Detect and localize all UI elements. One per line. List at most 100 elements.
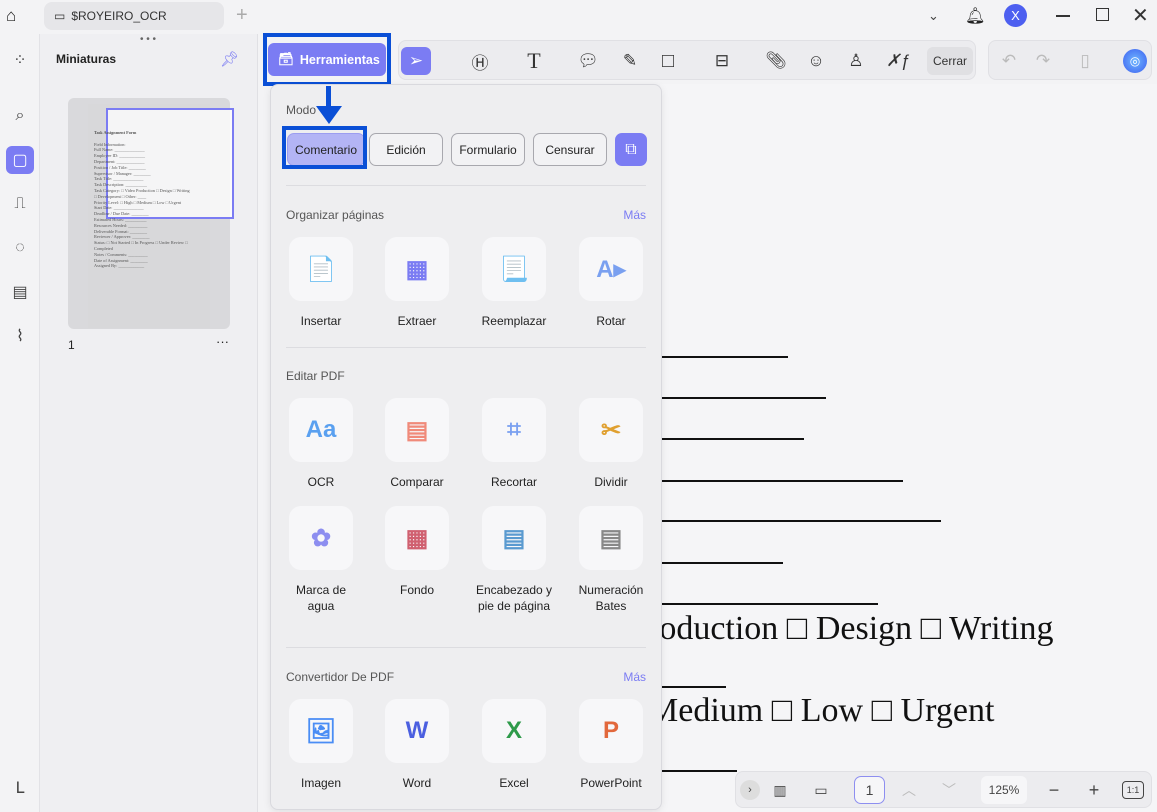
comment-icon[interactable]: ◌ (6, 234, 34, 262)
measure-icon[interactable]: ⊟ (709, 47, 735, 75)
ai-assistant-icon[interactable]: ◎ (1123, 49, 1147, 73)
comparar-icon: ▤ (385, 398, 449, 462)
select-cursor-icon[interactable]: ➢ (401, 47, 431, 75)
tool-encabezado-y-pie-de-p-gina[interactable]: ▤ Encabezado y pie de página (474, 506, 554, 614)
maximize-button[interactable] (1096, 8, 1109, 21)
underline (660, 356, 788, 358)
zoom-level[interactable]: 125% (981, 776, 1027, 804)
tool-word[interactable]: W Word (377, 699, 457, 791)
zoom-in-icon[interactable]: + (1082, 776, 1106, 804)
stamp-icon[interactable]: ♙ (843, 47, 869, 75)
tool-imagen[interactable]: 🖼 Imagen (281, 699, 361, 791)
underline (660, 770, 737, 772)
signature-icon[interactable]: ✗ƒ (883, 47, 913, 75)
page-thumbnail[interactable]: Task Assignment Form Field Information: Fu… (68, 98, 234, 329)
tool-numeraci-n-bates[interactable]: ▤ Numeración Bates (571, 506, 651, 614)
tool-label: Encabezado y pie de página (475, 583, 553, 613)
document-view: roduction □ Design □ Writing Medium □ Lo… (648, 84, 1157, 812)
powerpoint-icon: P (579, 699, 643, 763)
presentation-icon[interactable]: ▭ (808, 776, 834, 804)
avatar[interactable]: X (1004, 4, 1027, 27)
search-icon[interactable]: ⌕ (6, 102, 34, 130)
home-icon[interactable]: ⌂ (6, 6, 16, 26)
thumbnails-icon[interactable]: ▢ (6, 146, 34, 174)
document-text: roduction □ Design □ Writing (648, 610, 1054, 647)
tool-label: Numeración Bates (578, 583, 644, 613)
actual-size-button[interactable]: 1:1 (1122, 781, 1144, 799)
eraser-icon[interactable]: ✎ (617, 47, 643, 75)
divider (286, 185, 646, 186)
sign-icon[interactable]: ᒪ (6, 774, 34, 802)
word-icon: W (385, 699, 449, 763)
convert-more-link[interactable]: Más (623, 670, 646, 684)
next-page-icon[interactable]: ﹀ (938, 776, 960, 804)
redo-icon[interactable]: ↷ (1031, 47, 1055, 75)
text-icon[interactable]: T (521, 47, 547, 75)
tool-label: Recortar (490, 475, 537, 489)
tool-recortar[interactable]: ⌗ Recortar (474, 398, 554, 490)
mode-censurar[interactable]: Censurar (533, 133, 607, 166)
tool-fondo[interactable]: ▦ Fondo (377, 506, 457, 598)
tool-comparar[interactable]: ▤ Comparar (377, 398, 457, 490)
tool-rotar[interactable]: A▸ Rotar (571, 237, 651, 329)
tools-button[interactable]: 🗃︎ Herramientas (268, 43, 386, 76)
tool-marca-de-agua[interactable]: ✿ Marca de agua (281, 506, 361, 614)
marca-de-agua-icon: ✿ (289, 506, 353, 570)
underline (660, 686, 726, 688)
more-icon[interactable]: ··· (216, 334, 229, 349)
mode-formulario[interactable]: Formulario (451, 133, 525, 166)
history-toolbar: ↶ ↷ ▯ ◎ (988, 40, 1152, 80)
underline (660, 562, 783, 564)
comment-icon[interactable]: 💬︎ (575, 47, 601, 75)
mode-label: Modo (286, 103, 317, 117)
zoom-out-icon[interactable]: − (1042, 776, 1066, 804)
expand-icon[interactable]: › (740, 780, 760, 800)
close-window-button[interactable]: ✕ (1132, 3, 1149, 28)
chevron-down-icon[interactable]: ⌄ (928, 8, 939, 24)
tool-reemplazar[interactable]: 📃 Reemplazar (474, 237, 554, 329)
thumbnail-line: Assigned By: ____________ (94, 263, 145, 269)
tool-powerpoint[interactable]: P PowerPoint (571, 699, 651, 791)
tool-label: Rotar (596, 314, 626, 328)
attachment-icon[interactable]: ⌇ (6, 322, 34, 350)
resize-handle[interactable]: • • • (140, 34, 156, 45)
tool-label: Word (402, 776, 432, 790)
close-toolbar-button[interactable]: Cerrar (927, 47, 973, 75)
organize-more-link[interactable]: Más (623, 208, 646, 222)
new-tab-button[interactable]: + (236, 4, 248, 27)
tool-extraer[interactable]: ▦ Extraer (377, 237, 457, 329)
page-number-input[interactable]: 1 (854, 776, 885, 804)
bell-icon[interactable]: 🔔︎ (965, 6, 985, 26)
document-tab[interactable]: ▭ $ROYEIRO_OCR (44, 2, 224, 30)
tool-excel[interactable]: X Excel (474, 699, 554, 791)
pages-icon[interactable]: ▤ (6, 278, 34, 306)
left-rail: ⁘ ⌕ ▢ ⎍ ◌ ▤ ⌇ ᒪ (0, 34, 40, 812)
minimize-button[interactable] (1056, 15, 1070, 17)
extraer-icon: ▦ (385, 237, 449, 301)
attachment-icon[interactable]: 📎︎ (763, 47, 789, 75)
thumbnails-panel: • • • Miniaturas 📌︎ Task Assignment Form… (40, 34, 258, 812)
sticker-icon[interactable]: ☺ (803, 47, 829, 75)
tool-insertar[interactable]: 📄 Insertar (281, 237, 361, 329)
panel-title: Miniaturas (56, 52, 117, 66)
reemplazar-icon: 📃 (482, 237, 546, 301)
tool-ocr[interactable]: Aa OCR (281, 398, 361, 490)
save-icon[interactable]: ▯ (1073, 47, 1097, 75)
bookmark-icon[interactable]: ⎍ (6, 190, 34, 218)
prev-page-icon[interactable]: ︿ (898, 776, 920, 804)
highlight-text-icon[interactable]: Ⓗ (467, 47, 493, 75)
dividir-icon: ✂ (579, 398, 643, 462)
tool-label: PowerPoint (580, 776, 642, 790)
tool-label: Excel (499, 776, 529, 790)
toolbox-icon: 🗃︎ (278, 52, 294, 66)
page-layout-icon[interactable]: ▥ (768, 776, 792, 804)
monitor-icon: ▭ (54, 9, 66, 23)
pin-icon[interactable]: 📌︎ (220, 50, 239, 68)
apps-icon[interactable]: ⁘ (6, 46, 34, 74)
open-external-icon[interactable]: ⧉ (615, 133, 647, 166)
mode-edicion[interactable]: Edición (369, 133, 443, 166)
shape-icon[interactable]: □ (655, 47, 681, 75)
undo-icon[interactable]: ↶ (997, 47, 1021, 75)
tool-dividir[interactable]: ✂ Dividir (571, 398, 651, 490)
highlight-box (282, 126, 367, 169)
